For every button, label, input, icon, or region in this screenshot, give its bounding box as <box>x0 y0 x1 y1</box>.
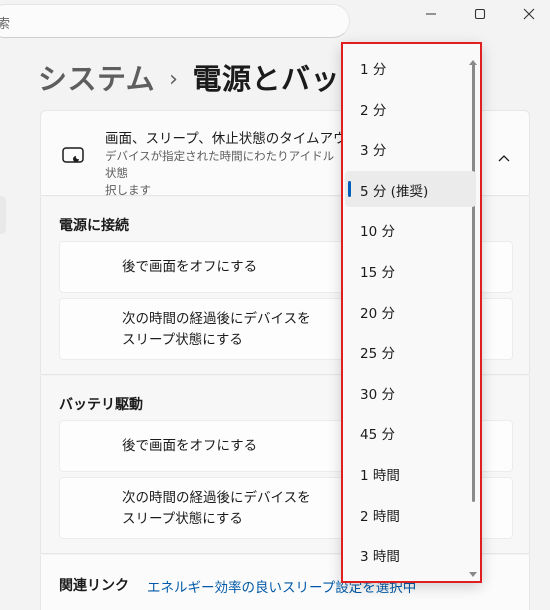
maximize-button[interactable] <box>457 0 503 28</box>
expander-description: デバイスが指定された時間にわたりアイドル状態 択します <box>105 148 345 199</box>
dropdown-option[interactable]: 2 分 <box>345 90 476 126</box>
expander-description-line1: デバイスが指定された時間にわたりアイドル状態 <box>105 149 335 180</box>
breadcrumb-parent[interactable]: システム <box>38 62 155 96</box>
battery-sleep-label-line2: スリープ状態にする <box>122 511 243 527</box>
dropdown-option[interactable]: 1 分 <box>345 49 476 85</box>
display-sleep-icon <box>62 147 84 169</box>
breadcrumb-separator: › <box>169 67 179 92</box>
nav-selection-edge <box>0 196 6 234</box>
search-box[interactable]: 索 <box>0 4 350 38</box>
battery-sleep-label-line1: 次の時間の経過後にデバイスを <box>122 490 311 506</box>
dropdown-option[interactable]: 3 分 <box>345 130 476 166</box>
dropdown-option[interactable]: 10 分 <box>345 211 476 247</box>
battery-sleep-label: 次の時間の経過後にデバイスを スリープ状態にする <box>122 488 311 530</box>
dropdown-option-label: 25 分 <box>360 346 395 363</box>
related-links-label: 関連リンク <box>59 578 129 594</box>
dropdown-option-label: 3 時間 <box>360 549 400 566</box>
dropdown-option-label: 30 分 <box>360 386 395 403</box>
close-button[interactable] <box>506 0 550 28</box>
close-icon <box>523 8 535 20</box>
plugged-in-sleep-label-line1: 次の時間の経過後にデバイスを <box>122 311 311 327</box>
timeout-dropdown-list[interactable]: 1 分 2 分 3 分 5 分 (推奨) 10 分 15 分 20 分 25 分 30 分 45 … <box>341 42 482 583</box>
minimize-icon <box>426 13 436 15</box>
dropdown-option-label: 45 分 <box>360 427 395 444</box>
dropdown-option-label: 1 時間 <box>360 468 400 484</box>
dropdown-option-label: 2 分 <box>360 102 387 119</box>
selected-indicator <box>348 180 351 197</box>
maximize-icon <box>474 8 486 20</box>
dropdown-option-label: 15 分 <box>360 265 395 281</box>
plugged-in-sleep-label-line2: スリープ状態にする <box>122 332 243 348</box>
battery-screen-off-label: 後で画面をオフにする <box>122 438 258 454</box>
chevron-up-icon[interactable] <box>497 148 511 167</box>
dropdown-option-label: 20 分 <box>360 305 395 322</box>
plugged-in-screen-off-label: 後で画面をオフにする <box>122 259 258 275</box>
plugged-in-sleep-label: 次の時間の経過後にデバイスを スリープ状態にする <box>122 309 311 351</box>
dropdown-option-label: 3 分 <box>360 143 387 160</box>
dropdown-option[interactable]: 3 時間 <box>345 536 476 572</box>
dropdown-option[interactable]: 15 分 <box>345 252 476 288</box>
dropdown-option[interactable]: 5 分 (推奨) <box>345 170 476 207</box>
battery-title: バッテリ駆動 <box>59 397 143 413</box>
search-text: 索 <box>0 17 11 32</box>
expander-title: 画面、スリープ、休止状態のタイムアウト <box>105 131 361 147</box>
dropdown-option-label: 5 分 (推奨) <box>360 183 429 200</box>
dropdown-option[interactable]: 45 分 <box>345 414 476 450</box>
dropdown-option-label: 10 分 <box>360 224 395 241</box>
dropdown-option[interactable]: 1 時間 <box>345 455 476 491</box>
minimize-button[interactable] <box>408 0 454 28</box>
dropdown-option[interactable]: 20 分 <box>345 293 476 329</box>
dropdown-option[interactable]: 2 時間 <box>345 496 476 532</box>
dropdown-option[interactable]: 30 分 <box>345 374 476 410</box>
dropdown-option-label: 1 分 <box>360 62 387 78</box>
dropdown-option[interactable]: 25 分 <box>345 333 476 369</box>
plugged-in-title: 電源に接続 <box>59 218 129 234</box>
dropdown-option-label: 2 時間 <box>360 508 400 525</box>
